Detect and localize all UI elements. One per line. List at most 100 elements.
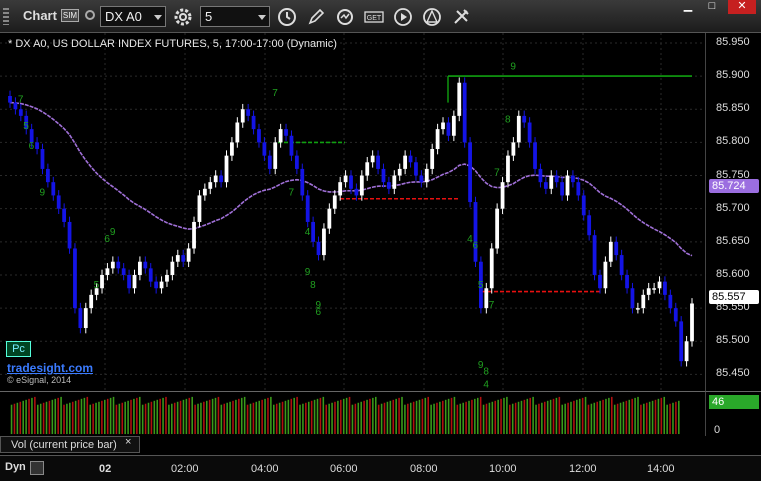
volume-bar (275, 403, 278, 435)
price-plot[interactable]: 756969574796894567894789 (0, 33, 705, 391)
candle-body (511, 142, 516, 156)
candle-body (18, 109, 23, 116)
volume-bar (546, 400, 549, 435)
candle-body (45, 168, 50, 183)
count-label: 9 (110, 227, 116, 238)
candle-body (397, 168, 402, 176)
volume-bar (243, 396, 246, 435)
y-tick-label: 85.450 (716, 367, 750, 380)
candle-body (457, 82, 462, 116)
candle-body (138, 261, 142, 275)
volume-bar (284, 400, 287, 435)
candle-body (8, 95, 12, 103)
volume-bar (369, 398, 371, 435)
dyn-settings-icon[interactable] (30, 461, 44, 475)
volume-bar (479, 396, 482, 435)
candle-body (235, 122, 240, 143)
close-study-button[interactable]: × (125, 436, 131, 448)
candle-body (132, 274, 137, 289)
play-icon[interactable] (392, 6, 414, 28)
close-window-button[interactable]: ✕ (728, 0, 756, 14)
volume-bar (162, 397, 164, 435)
x-tick-label: 06:00 (330, 463, 358, 475)
time-axis[interactable]: Dyn 02 02:00 04:00 06:00 08:00 10:00 12:00 14:0… (0, 455, 761, 481)
candle-body (462, 82, 467, 143)
volume-bar (526, 398, 529, 435)
alert-icon[interactable] (421, 6, 443, 28)
volume-bar (538, 403, 540, 435)
candle-body (143, 261, 148, 269)
count-label: 7 (272, 88, 278, 99)
pencil-icon[interactable] (305, 6, 327, 28)
volume-bar (415, 400, 418, 435)
volume-bar (407, 403, 409, 435)
symbol-combo[interactable]: DX A0 (100, 6, 166, 27)
candle-body (489, 248, 494, 289)
candle-body (646, 288, 651, 295)
volume-bar (127, 400, 129, 435)
volume-bar (130, 399, 132, 435)
candle-body (473, 202, 478, 262)
candle-body (267, 155, 272, 169)
candle-body (311, 221, 316, 242)
candle-body (219, 175, 223, 183)
volume-bar (211, 398, 214, 435)
volume-bar (663, 396, 666, 435)
refresh-icon[interactable] (334, 6, 356, 28)
volume-bar (383, 402, 386, 435)
link-icon[interactable] (85, 10, 95, 20)
candle-body (110, 261, 115, 269)
candle-body (370, 155, 375, 163)
volume-bar (252, 402, 255, 435)
candle-body (408, 155, 413, 163)
volume-bar (613, 404, 616, 435)
volume-bar (133, 398, 135, 435)
maximize-button[interactable]: □ (702, 0, 722, 14)
candle-body (386, 182, 391, 189)
candle-body (522, 115, 527, 123)
volume-bar (616, 403, 619, 435)
volume-bar (176, 401, 179, 435)
get-data-icon[interactable]: GET (363, 6, 385, 28)
volume-bar (608, 397, 610, 435)
pc-button[interactable]: Pc (6, 341, 31, 357)
volume-bar (395, 398, 397, 435)
volume-pane[interactable] (0, 391, 705, 436)
clock-icon[interactable] (276, 6, 298, 28)
volume-bar (389, 400, 392, 435)
volume-bar (444, 399, 447, 435)
volume-bar (273, 404, 275, 435)
volume-bar (558, 396, 561, 435)
volume-bar (191, 396, 193, 435)
volume-bar (322, 396, 325, 435)
volume-bar (651, 400, 654, 435)
volume-axis[interactable]: 46 0 (705, 391, 761, 436)
candle-body (495, 208, 500, 249)
tools-icon[interactable] (450, 6, 472, 28)
candle-body (603, 261, 608, 289)
volume-bar (319, 397, 322, 435)
volume-bar (39, 403, 42, 435)
interval-combo[interactable]: 5 (200, 6, 270, 27)
minimize-button[interactable]: ▁ (678, 0, 698, 14)
candle-body (392, 175, 397, 189)
volume-bar (290, 398, 293, 435)
volume-bar (232, 400, 234, 435)
volume-bar (488, 402, 491, 435)
candle-body (554, 175, 559, 183)
volume-bar (197, 403, 199, 435)
count-label: 9 (478, 360, 484, 371)
sim-icon[interactable]: SIM (61, 9, 79, 22)
toolbar-grip[interactable] (3, 8, 9, 25)
volume-bar (404, 404, 406, 435)
volume-bar (500, 398, 502, 435)
volume-bar (153, 400, 156, 435)
x-tick-label: 02:00 (171, 463, 199, 475)
volume-bar (80, 398, 83, 435)
volume-bar (648, 401, 651, 435)
volume-bar (238, 398, 240, 435)
gear-icon[interactable] (172, 6, 194, 28)
y-tick-label: 85.500 (716, 334, 750, 347)
x-tick-label: 04:00 (251, 463, 279, 475)
price-axis[interactable]: 85.950 85.900 85.850 85.800 85.750 85.700 85.6… (705, 33, 761, 391)
